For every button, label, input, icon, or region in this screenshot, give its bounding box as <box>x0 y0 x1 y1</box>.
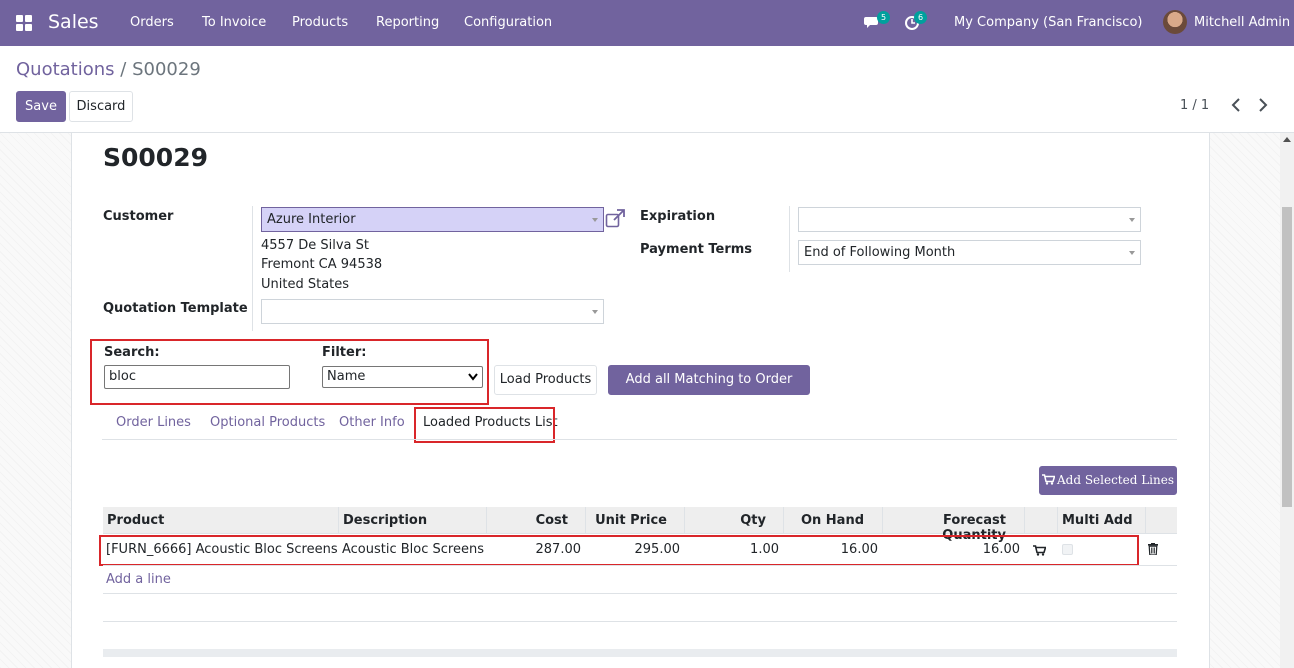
cell-unit-price[interactable]: 295.00 <box>585 542 681 557</box>
column-separator <box>338 507 339 534</box>
breadcrumb-quotations[interactable]: Quotations <box>16 59 115 80</box>
col-product[interactable]: Product <box>107 513 164 528</box>
add-selected-lines-button[interactable]: Add Selected Lines <box>1039 466 1177 495</box>
customer-address-line: Fremont CA 94538 <box>261 257 383 272</box>
row-divider <box>103 565 1177 566</box>
scrollbar-thumb[interactable] <box>1282 207 1292 507</box>
messages-badge: 5 <box>877 11 890 24</box>
menu-reporting[interactable]: Reporting <box>376 15 439 30</box>
cell-on-hand[interactable]: 16.00 <box>783 542 878 557</box>
chevron-left-icon[interactable] <box>1229 96 1243 114</box>
menu-products[interactable]: Products <box>292 15 348 30</box>
cell-description[interactable]: Acoustic Bloc Screens <box>342 542 484 557</box>
customer-field[interactable]: Azure Interior <box>261 207 604 232</box>
app-brand[interactable]: Sales <box>48 11 99 33</box>
menu-orders[interactable]: Orders <box>130 15 174 30</box>
top-navbar: Sales Orders To Invoice Products Reporti… <box>0 0 1294 46</box>
payment-terms-field[interactable]: End of Following Month <box>798 240 1141 265</box>
filter-select[interactable]: Name <box>322 366 483 388</box>
filter-label: Filter: <box>322 345 367 360</box>
cart-icon[interactable] <box>1033 545 1046 556</box>
discard-button[interactable]: Discard <box>69 91 133 122</box>
breadcrumb-separator: / <box>120 59 127 80</box>
tab-other-info[interactable]: Other Info <box>339 415 405 430</box>
add-all-matching-button[interactable]: Add all Matching to Order Lines <box>608 365 810 415</box>
chevron-right-icon[interactable] <box>1256 96 1270 114</box>
col-cost[interactable]: Cost <box>486 513 568 528</box>
trash-icon[interactable] <box>1148 543 1158 555</box>
customer-label: Customer <box>103 209 174 224</box>
company-switcher[interactable]: My Company (San Francisco) <box>954 15 1142 30</box>
search-label: Search: <box>104 345 160 360</box>
add-selected-lines-label: Add Selected Lines <box>1056 473 1175 487</box>
product-search-input[interactable]: bloc <box>104 365 290 389</box>
user-menu[interactable]: Mitchell Admin <box>1194 15 1290 30</box>
col-qty[interactable]: Qty <box>684 513 766 528</box>
scroll-up-arrow-icon[interactable] <box>1283 137 1291 142</box>
col-on-hand[interactable]: On Hand <box>783 513 864 528</box>
add-a-line-link[interactable]: Add a line <box>106 572 171 587</box>
expiration-field[interactable] <box>798 207 1141 232</box>
quotation-template-field[interactable] <box>261 299 604 324</box>
external-link-icon[interactable] <box>605 209 626 228</box>
load-products-button[interactable]: Load Products <box>494 365 597 395</box>
column-separator <box>1024 507 1025 534</box>
column-separator <box>1057 507 1058 534</box>
menu-to-invoice[interactable]: To Invoice <box>202 15 266 30</box>
tab-order-lines[interactable]: Order Lines <box>116 415 191 430</box>
chevron-down-icon[interactable] <box>1129 218 1135 222</box>
tab-optional-products[interactable]: Optional Products <box>210 415 325 430</box>
cell-qty[interactable]: 1.00 <box>684 542 779 557</box>
customer-address-line: 4557 De Silva St <box>261 238 369 253</box>
activities-badge: 6 <box>914 11 927 24</box>
multi-add-checkbox[interactable] <box>1062 544 1073 555</box>
table-footer <box>103 649 1177 657</box>
breadcrumb: Quotations / S00029 <box>16 59 201 80</box>
payment-terms-label: Payment Terms <box>640 242 753 257</box>
record-title: S00029 <box>103 143 208 172</box>
cell-forecast-quantity[interactable]: 16.00 <box>882 542 1020 557</box>
divider <box>789 206 790 272</box>
avatar[interactable] <box>1163 10 1187 34</box>
filter-select-value: Name <box>327 369 366 384</box>
chevron-down-icon[interactable] <box>592 218 598 222</box>
menu-configuration[interactable]: Configuration <box>464 15 552 30</box>
pager-value[interactable]: 1 / 1 <box>1180 98 1209 113</box>
column-separator <box>1145 507 1146 534</box>
quotation-template-label: Quotation Template <box>103 301 248 316</box>
loaded-products-table-header: Product Description Cost Unit Price Qty … <box>103 507 1177 543</box>
chevron-down-icon <box>468 373 478 381</box>
col-multi-add[interactable]: Multi Add <box>1062 513 1133 528</box>
save-button[interactable]: Save <box>16 91 66 122</box>
control-panel: Quotations / S00029 Save Discard 1 / 1 <box>0 46 1294 133</box>
customer-address-line: United States <box>261 277 350 292</box>
chevron-down-icon[interactable] <box>592 310 598 314</box>
tab-divider <box>102 439 1177 440</box>
col-unit-price[interactable]: Unit Price <box>585 513 667 528</box>
cart-icon <box>1041 474 1055 485</box>
expiration-label: Expiration <box>640 209 716 224</box>
divider <box>252 206 253 331</box>
cell-cost[interactable]: 287.00 <box>486 542 582 557</box>
apps-icon[interactable] <box>16 15 32 31</box>
cell-product[interactable]: [FURN_6666] Acoustic Bloc Screens <box>106 542 338 557</box>
chevron-down-icon[interactable] <box>1129 251 1135 255</box>
active-tab-highlight <box>414 407 555 443</box>
row-divider <box>103 593 1177 594</box>
breadcrumb-current: S00029 <box>132 59 201 80</box>
col-description[interactable]: Description <box>343 513 427 528</box>
row-divider <box>103 621 1177 622</box>
